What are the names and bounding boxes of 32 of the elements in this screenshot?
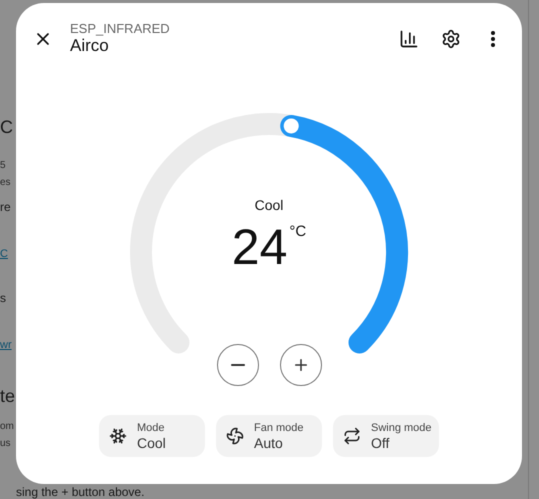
page-text: es: [0, 176, 12, 190]
page-text: re: [0, 199, 12, 216]
chip-label: Swing mode: [371, 422, 432, 434]
page-text: sing the + button above.: [16, 485, 144, 499]
decrease-button[interactable]: [216, 344, 258, 386]
swing-icon: [343, 427, 361, 445]
control-chip[interactable]: Mode Cool: [99, 415, 205, 457]
bar-chart-icon: [399, 28, 419, 48]
page-text: om: [0, 420, 15, 434]
page-text: C: [0, 118, 14, 136]
control-chip[interactable]: Fan mode Auto: [216, 415, 322, 457]
target-temperature: 24: [232, 222, 288, 272]
snowflake-icon: [109, 427, 127, 445]
page-text: te: [0, 387, 16, 405]
dialog-title: Airco: [70, 36, 110, 56]
chip-value: Auto: [254, 434, 284, 450]
page-text: s: [0, 290, 7, 306]
chip-label: Mode: [137, 422, 166, 434]
control-chip[interactable]: Swing mode Off: [333, 415, 439, 457]
chip-value: Cool: [137, 434, 166, 450]
page-text: 5: [0, 159, 7, 173]
more-icon: [491, 30, 495, 46]
minus-icon: [230, 364, 244, 366]
page-text: us: [0, 437, 12, 451]
temperature-unit: °C: [289, 224, 306, 239]
increase-button[interactable]: [280, 344, 322, 386]
device-subtitle: ESP_INFRARED: [70, 21, 171, 36]
settings-icon: [441, 28, 461, 48]
mode-label: Cool: [254, 196, 284, 215]
chip-label: Fan mode: [254, 422, 304, 434]
fan-icon: [226, 427, 244, 445]
chip-value: Off: [371, 434, 390, 450]
